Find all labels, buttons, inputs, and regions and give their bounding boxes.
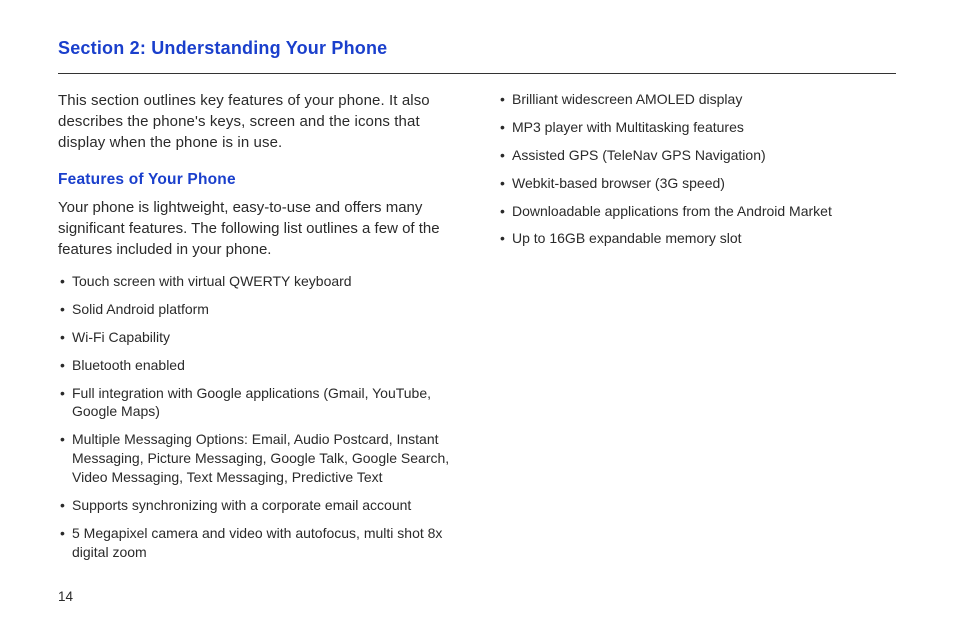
list-item: Supports synchronizing with a corporate …	[60, 496, 456, 515]
list-item: Bluetooth enabled	[60, 356, 456, 375]
content-columns: This section outlines key features of yo…	[58, 90, 896, 571]
features-subtext: Your phone is lightweight, easy-to-use a…	[58, 197, 456, 260]
list-item: 5 Megapixel camera and video with autofo…	[60, 524, 456, 562]
section-divider	[58, 73, 896, 74]
right-column: Brilliant widescreen AMOLED display MP3 …	[498, 90, 896, 571]
list-item: Webkit-based browser (3G speed)	[500, 174, 896, 193]
list-item: Brilliant widescreen AMOLED display	[500, 90, 896, 109]
document-page: Section 2: Understanding Your Phone This…	[0, 0, 954, 591]
list-item: Touch screen with virtual QWERTY keyboar…	[60, 272, 456, 291]
list-item: MP3 player with Multitasking features	[500, 118, 896, 137]
page-number: 14	[58, 589, 73, 604]
list-item: Assisted GPS (TeleNav GPS Navigation)	[500, 146, 896, 165]
features-list-left: Touch screen with virtual QWERTY keyboar…	[58, 272, 456, 562]
list-item: Full integration with Google application…	[60, 384, 456, 422]
list-item: Wi-Fi Capability	[60, 328, 456, 347]
section-intro: This section outlines key features of yo…	[58, 90, 456, 153]
list-item: Up to 16GB expandable memory slot	[500, 229, 896, 248]
list-item: Solid Android platform	[60, 300, 456, 319]
list-item: Multiple Messaging Options: Email, Audio…	[60, 430, 456, 487]
list-item: Downloadable applications from the Andro…	[500, 202, 896, 221]
left-column: This section outlines key features of yo…	[58, 90, 456, 571]
features-list-right: Brilliant widescreen AMOLED display MP3 …	[498, 90, 896, 248]
features-heading: Features of Your Phone	[58, 171, 456, 189]
section-title: Section 2: Understanding Your Phone	[58, 38, 896, 59]
